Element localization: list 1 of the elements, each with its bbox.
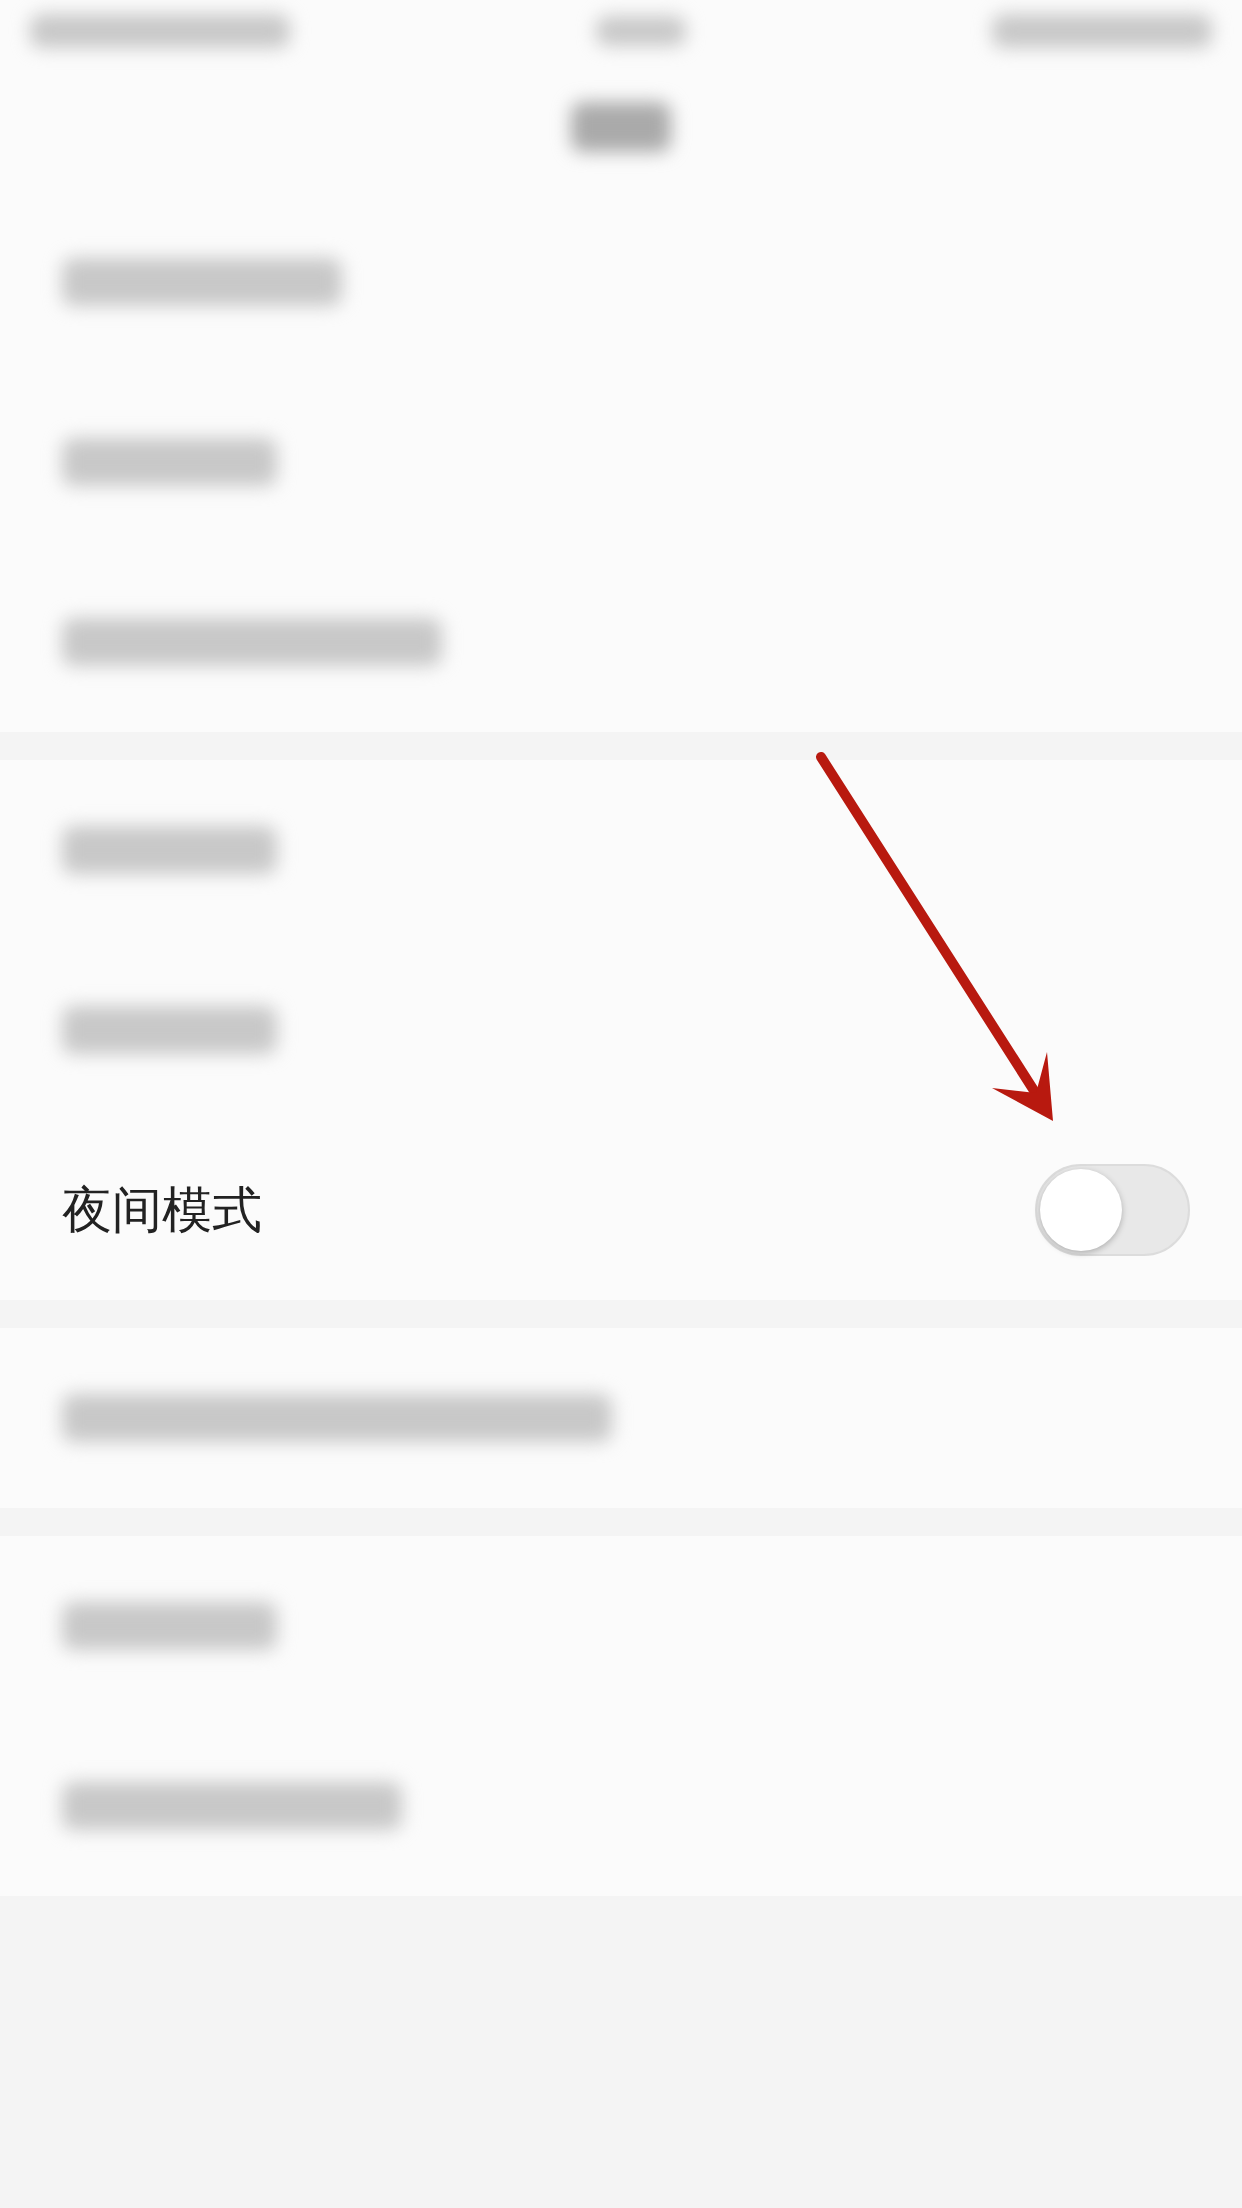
setting-label: 夜间模式 [62, 1179, 262, 1241]
